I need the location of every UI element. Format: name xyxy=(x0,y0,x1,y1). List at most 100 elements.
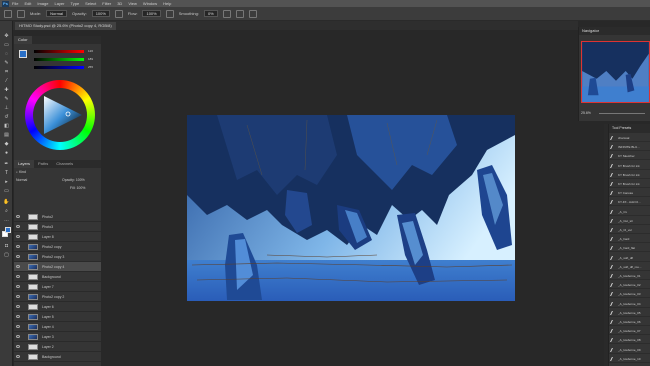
menu-filter[interactable]: Filter xyxy=(102,1,111,6)
red-slider[interactable] xyxy=(34,50,84,53)
visibility-eye-icon[interactable] xyxy=(16,285,20,288)
green-slider[interactable] xyxy=(34,58,84,61)
tool-preset-item[interactable]: _A_Cut_str xyxy=(609,217,650,225)
visibility-eye-icon[interactable] xyxy=(16,255,20,258)
navigator-title[interactable]: Navigator xyxy=(579,27,650,35)
layer-opacity-value[interactable]: 100% xyxy=(76,178,85,182)
airbrush-icon[interactable] xyxy=(165,9,174,18)
visibility-eye-icon[interactable] xyxy=(16,225,20,228)
document-tab[interactable]: HITMO Study.psd @ 25.6% (Photo2 copy 4, … xyxy=(15,22,116,30)
tool-presets-title[interactable]: Tool Presets xyxy=(609,124,650,133)
blend-mode-select[interactable]: Normal xyxy=(16,178,27,182)
layer-row[interactable]: Photo3 xyxy=(14,222,101,232)
layer-name[interactable]: Photo2 copy xyxy=(42,242,61,252)
visibility-eye-icon[interactable] xyxy=(16,305,20,308)
layer-row[interactable]: Layer 8 xyxy=(14,232,101,242)
tool-preset-item[interactable]: KY-FX - Add Cl... xyxy=(609,198,650,207)
layer-name[interactable]: Background xyxy=(42,352,61,362)
layer-name[interactable]: Photo2 copy 2 xyxy=(42,292,64,302)
tool-preset-item[interactable]: _A_lowborne_01 xyxy=(609,272,650,280)
menu-help[interactable]: Help xyxy=(163,1,171,6)
tab-paths[interactable]: Paths xyxy=(34,160,52,168)
tool-preset-item[interactable]: _A_lowborne_09 xyxy=(609,346,650,354)
visibility-eye-icon[interactable] xyxy=(16,245,20,248)
mode-select[interactable]: Normal xyxy=(46,10,68,17)
layer-name[interactable]: Layer 8 xyxy=(42,232,54,242)
tool-preset-item[interactable]: _A_lowborne_03 xyxy=(609,290,650,299)
menu-type[interactable]: Type xyxy=(71,1,80,6)
menu-image[interactable]: Image xyxy=(37,1,48,6)
layer-row[interactable]: Background xyxy=(14,272,101,282)
tool-preset-item[interactable]: _A_lowborne_06 xyxy=(609,318,650,326)
layer-row[interactable]: Layer 2 xyxy=(14,342,101,352)
layer-row[interactable]: Background xyxy=(14,352,101,362)
screen-mode-icon[interactable]: ▢ xyxy=(3,252,10,258)
tool-preset-item[interactable]: _A_lowborne_02 xyxy=(609,281,650,290)
eyedropper-tool-icon[interactable]: ⁄ xyxy=(3,78,10,84)
brush-tool-icon[interactable]: ✎ xyxy=(3,96,10,102)
layer-name[interactable]: Layer 5 xyxy=(42,312,54,322)
visibility-eye-icon[interactable] xyxy=(16,275,20,278)
eraser-tool-icon[interactable]: ◧ xyxy=(3,123,10,129)
pressure-size-icon[interactable] xyxy=(235,9,244,18)
visibility-eye-icon[interactable] xyxy=(16,295,20,298)
shape-tool-icon[interactable]: ▭ xyxy=(3,188,10,194)
visibility-eye-icon[interactable] xyxy=(16,345,20,348)
menu-edit[interactable]: Edit xyxy=(24,1,31,6)
menu-window[interactable]: Window xyxy=(143,1,157,6)
layer-name[interactable]: Photo3 xyxy=(42,222,53,232)
layer-name[interactable]: Layer 4 xyxy=(42,322,54,332)
visibility-eye-icon[interactable] xyxy=(16,265,20,268)
tool-preset-item[interactable]: charcoal xyxy=(609,134,650,142)
menu-select[interactable]: Select xyxy=(85,1,96,6)
layer-name[interactable]: Photo2 xyxy=(42,212,53,222)
menu-file[interactable]: File xyxy=(12,1,18,6)
tool-preset-item[interactable]: _A_lowborne_10 xyxy=(609,355,650,363)
tool-preset-item[interactable]: _A_soft_dif_rou... xyxy=(609,263,650,271)
visibility-eye-icon[interactable] xyxy=(16,325,20,328)
color-triangle[interactable] xyxy=(38,92,84,138)
blue-slider[interactable] xyxy=(34,66,84,69)
gradient-tool-icon[interactable]: ▤ xyxy=(3,132,10,138)
visibility-eye-icon[interactable] xyxy=(16,235,20,238)
visibility-eye-icon[interactable] xyxy=(16,355,20,358)
navigator-zoom-value[interactable]: 25.6% xyxy=(581,111,591,115)
canvas-artwork[interactable] xyxy=(187,115,515,301)
layer-row[interactable]: Photo2 copy 2 xyxy=(14,292,101,302)
flow-field[interactable]: 100% xyxy=(142,10,161,17)
pen-tool-icon[interactable]: ✒ xyxy=(3,161,10,167)
layer-name[interactable]: Background xyxy=(42,272,61,282)
tool-preset-item[interactable]: _A_hard_flat xyxy=(609,244,650,253)
visibility-eye-icon[interactable] xyxy=(16,215,20,218)
tool-preset-item[interactable]: INFINITE BLU... xyxy=(609,143,650,152)
layer-row[interactable]: Layer 5 xyxy=(14,312,101,322)
menu-layer[interactable]: Layer xyxy=(54,1,64,6)
layer-row[interactable]: Layer 6 xyxy=(14,302,101,312)
navigator-thumbnail[interactable] xyxy=(581,41,650,103)
layer-fill[interactable]: Fill: 100% xyxy=(70,186,85,190)
healing-tool-icon[interactable]: ✚ xyxy=(3,87,10,93)
layer-opacity[interactable]: Opacity: 100% xyxy=(62,178,85,182)
layer-row[interactable]: Layer 3 xyxy=(14,332,101,342)
tool-preset-item[interactable]: _A_lowborne_07 xyxy=(609,327,650,336)
layer-name[interactable]: Layer 7 xyxy=(42,282,54,292)
tool-preset-item[interactable]: _A_Cl_vel xyxy=(609,226,650,234)
tool-preset-item[interactable]: KY Brush for ink xyxy=(609,171,650,179)
layer-row[interactable]: Photo2 xyxy=(14,212,101,222)
gear-icon[interactable] xyxy=(222,9,231,18)
navigator-zoom-slider[interactable] xyxy=(599,113,645,114)
symmetry-icon[interactable] xyxy=(248,9,257,18)
layer-name[interactable]: Photo2 copy 4 xyxy=(42,262,64,272)
brush-preset-picker-icon[interactable] xyxy=(17,9,25,18)
layer-name[interactable]: Layer 6 xyxy=(42,302,54,312)
type-tool-icon[interactable]: T xyxy=(3,170,10,176)
tool-preset-item[interactable]: _A_lowborne_04 xyxy=(609,300,650,308)
path-select-tool-icon[interactable]: ▸ xyxy=(3,179,10,185)
tab-layers[interactable]: Layers xyxy=(14,160,35,168)
tool-preset-item[interactable]: _A_hard xyxy=(609,235,650,244)
crop-tool-icon[interactable]: ⌗ xyxy=(3,69,10,75)
tool-preset-item[interactable]: KY Canvas xyxy=(609,189,650,198)
marquee-tool-icon[interactable]: ▭ xyxy=(3,42,10,48)
blur-tool-icon[interactable]: ◆ xyxy=(3,141,10,147)
tool-preset-item[interactable]: _A_lowborne_05 xyxy=(609,309,650,317)
